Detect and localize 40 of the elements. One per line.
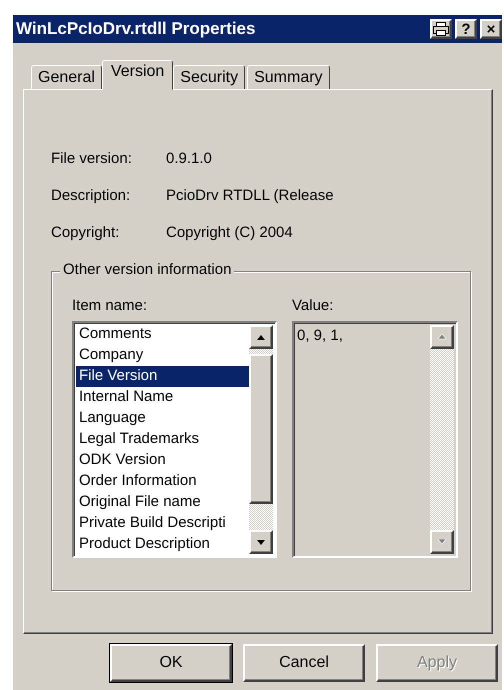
- list-item[interactable]: File Version: [76, 366, 249, 387]
- list-label: Item name:: [72, 297, 148, 314]
- up-arrow-icon: [438, 334, 446, 340]
- field-label: Copyright:: [51, 224, 120, 241]
- field-value: PcioDrv RTDLL (Release: [166, 187, 335, 204]
- printer-icon: [433, 22, 449, 36]
- field-value: 0.9.1.0: [166, 150, 213, 167]
- list-item[interactable]: Original File name: [76, 492, 249, 513]
- dialog-button[interactable]: Cancel: [243, 644, 365, 682]
- dialog-button[interactable]: OK: [110, 644, 232, 682]
- down-arrow-icon: [257, 540, 265, 544]
- list-item[interactable]: Comments: [76, 324, 249, 345]
- value-label: Value:: [292, 297, 334, 314]
- list-item[interactable]: Product Description: [76, 534, 249, 555]
- value-text: 0, 9, 1,: [296, 326, 344, 346]
- tab[interactable]: Version: [102, 60, 174, 90]
- field-label: File version:: [51, 150, 133, 167]
- list-item[interactable]: Language: [76, 408, 249, 429]
- help-button[interactable]: ?: [455, 19, 477, 39]
- print-button[interactable]: [430, 19, 452, 39]
- field-value: Copyright (C) 2004: [166, 224, 294, 241]
- tab[interactable]: General: [31, 65, 102, 89]
- list-item[interactable]: Order Information: [76, 471, 249, 492]
- list-item[interactable]: Legal Trademarks: [76, 429, 249, 450]
- down-arrow-icon: [438, 539, 446, 545]
- tab[interactable]: Security: [173, 65, 246, 89]
- list-item[interactable]: Company: [76, 345, 249, 366]
- list-item[interactable]: Internal Name: [76, 387, 249, 408]
- scroll-thumb[interactable]: [249, 354, 273, 504]
- item-list[interactable]: Comments Company File Version Internal Name Language Legal Trademarks ODK Version Order Information Original File name Private Build Descripti Product Description: [72, 321, 277, 558]
- close-button[interactable]: ×: [480, 19, 502, 39]
- field-label: Description:: [51, 187, 132, 204]
- up-arrow-icon: [257, 334, 265, 340]
- list-item[interactable]: ODK Version: [76, 450, 249, 471]
- tab[interactable]: Summary: [247, 65, 330, 89]
- scroll-up-button[interactable]: [249, 325, 273, 349]
- scroll-down-button[interactable]: [249, 530, 273, 554]
- scrollbar[interactable]: [249, 325, 273, 554]
- list-item[interactable]: Private Build Descripti: [76, 513, 249, 534]
- window-title: WinLcPcIoDrv.rtdll Properties: [16, 19, 256, 39]
